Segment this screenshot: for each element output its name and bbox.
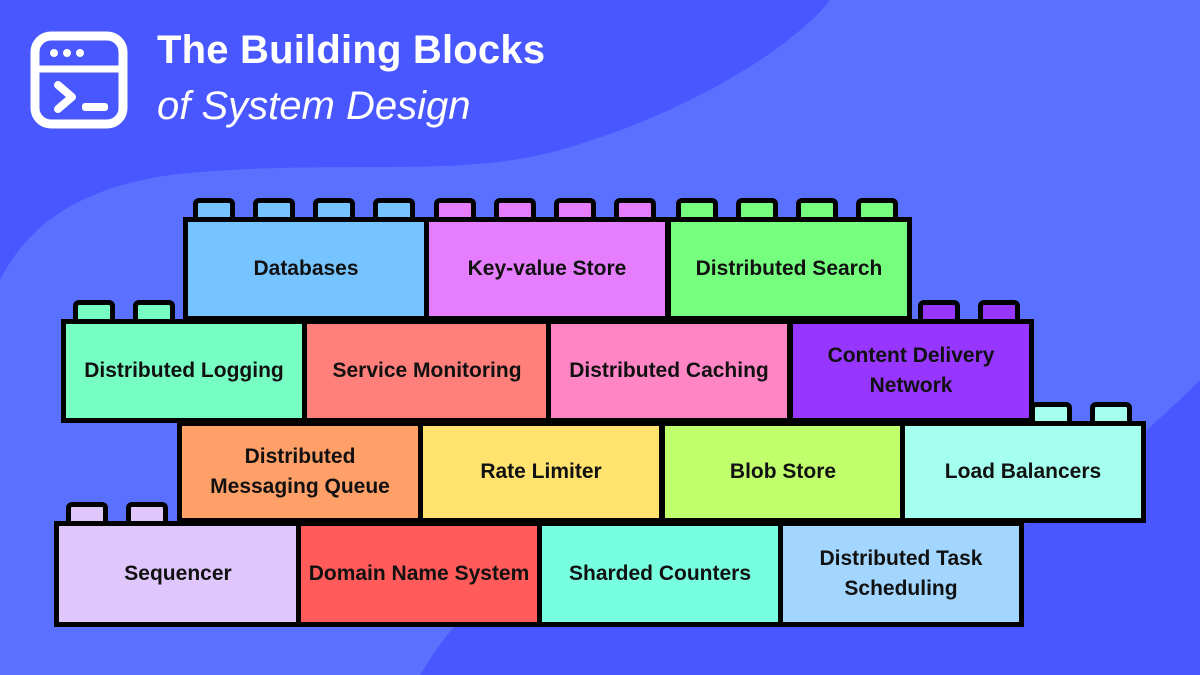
brick-label: Distributed Logging <box>84 359 284 382</box>
page-subtitle: of System Design <box>157 84 471 128</box>
brick-label: Sequencer <box>124 562 232 585</box>
terminal-window-icon <box>30 31 128 129</box>
brick-content-delivery-network: Content Delivery Network <box>788 319 1034 423</box>
brick-databases: Databases <box>183 217 429 321</box>
brick-distributed-messaging-queue: Distributed Messaging Queue <box>177 421 423 523</box>
brick-label: Sharded Counters <box>568 562 752 585</box>
page-title: The Building Blocks <box>157 28 546 72</box>
brick-distributed-search: Distributed Search <box>666 217 912 321</box>
brick-domain-name-system: Domain Name System <box>296 521 542 627</box>
brick-distributed-caching: Distributed Caching <box>546 319 792 423</box>
brick-key-value-store: Key-value Store <box>424 217 670 321</box>
brick-sharded-counters: Sharded Counters <box>537 521 783 627</box>
brick-label: Distributed Messaging Queue <box>210 445 390 498</box>
brick-label: Service Monitoring <box>332 359 522 382</box>
brick-label: Distributed Search <box>695 257 883 280</box>
brick-label: Domain Name System <box>308 562 530 585</box>
brick-service-monitoring: Service Monitoring <box>302 319 552 423</box>
brick-distributed-logging: Distributed Logging <box>61 319 307 423</box>
brick-label: Load Balancers <box>944 460 1102 483</box>
brick-load-balancers: Load Balancers <box>900 421 1146 523</box>
brick-label: Blob Store <box>729 460 837 483</box>
brick-label: Databases <box>253 257 359 280</box>
brick-label: Distributed Caching <box>569 359 769 382</box>
brick-blob-store: Blob Store <box>660 421 906 523</box>
brick-sequencer: Sequencer <box>54 521 302 627</box>
brick-label: Key-value Store <box>467 257 627 280</box>
brick-rate-limiter: Rate Limiter <box>418 421 664 523</box>
brick-label: Rate Limiter <box>480 460 602 483</box>
brick-distributed-task-scheduling: Distributed Task Scheduling <box>778 521 1024 627</box>
brick-label: Distributed Task Scheduling <box>819 547 983 600</box>
brick-label: Content Delivery Network <box>827 344 995 397</box>
